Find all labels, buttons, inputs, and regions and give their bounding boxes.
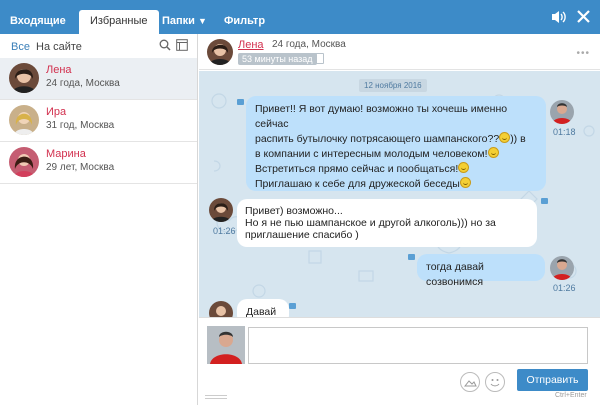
message-line: Но я не пью шампанское и другой алкоголь…: [245, 217, 496, 229]
contacts-panel: Все На сайте Лена 24 года, Москва Ира 31…: [0, 34, 198, 405]
contact-info: 24 года, Москва: [46, 78, 120, 89]
message-line: Встретиться прямо сейчас и пообщаться!: [255, 162, 537, 177]
tab-filter[interactable]: Фильтр: [224, 10, 265, 34]
status-icon: [408, 254, 415, 260]
contact-name: Марина: [46, 148, 86, 160]
message-line: Привет!! Я вот думаю! возможно ты хочешь…: [255, 103, 508, 130]
last-seen-badge: 53 минуты назад: [238, 53, 317, 65]
message-list[interactable]: 12 ноября 2016 Привет!! Я вот думаю! воз…: [199, 71, 600, 317]
chevron-down-icon: ▼: [197, 16, 207, 26]
message-line: в компании с интересным молодым человеко…: [255, 147, 537, 162]
status-icon: [237, 99, 244, 105]
smiley-icon: [458, 162, 470, 173]
messenger-window: Входящие Избранные Папки ▼ Фильтр Все На …: [0, 0, 600, 405]
smiley-icon[interactable]: [485, 372, 505, 392]
avatar: [9, 63, 39, 93]
status-icon: [541, 198, 548, 204]
message-bubble-incoming[interactable]: Привет) возможно... Но я не пью шампанск…: [237, 199, 537, 247]
contact-item[interactable]: Лена 24 года, Москва: [0, 58, 197, 100]
filter-online[interactable]: На сайте: [36, 41, 82, 53]
resize-grip[interactable]: [205, 395, 227, 399]
avatar[interactable]: [207, 39, 233, 65]
tab-folders-label: Папки: [162, 15, 195, 27]
message-text: в компании с интересным молодым человеко…: [255, 148, 488, 160]
contact-name: Лена: [46, 64, 72, 76]
message-text: Встретиться прямо сейчас и пообщаться!: [255, 163, 459, 175]
sticker-icon[interactable]: [460, 372, 480, 392]
speaker-icon[interactable]: [551, 10, 567, 27]
tab-favorites[interactable]: Избранные: [79, 10, 159, 34]
tab-folders[interactable]: Папки ▼: [162, 10, 207, 34]
smiley-icon: [499, 132, 511, 143]
chat-contact-name[interactable]: Лена: [238, 39, 264, 51]
search-icon[interactable]: [159, 39, 171, 54]
message-text: Приглашаю к себе для дружеской беседы: [255, 178, 460, 190]
contact-name: Ира: [46, 106, 67, 118]
contact-info: 29 лет, Москва: [46, 162, 115, 173]
message-bubble-incoming[interactable]: Давай: [237, 299, 289, 317]
status-icon: [289, 303, 296, 309]
contact-item[interactable]: Ира 31 год, Москва: [0, 100, 197, 142]
smiley-icon: [487, 147, 499, 158]
avatar: [550, 100, 574, 124]
avatar: [9, 147, 39, 177]
avatar: [550, 256, 574, 280]
avatar: [209, 198, 233, 222]
message-line: приглашение спасибо ): [245, 229, 359, 241]
tab-inbox[interactable]: Входящие: [10, 10, 66, 34]
message-line: Приглашаю к себе для дружеской беседы: [255, 177, 537, 192]
more-icon[interactable]: •••: [576, 48, 590, 59]
contact-item[interactable]: Марина 29 лет, Москва: [0, 142, 197, 184]
top-bar: Входящие Избранные Папки ▼ Фильтр: [0, 0, 600, 34]
message-bubble-outgoing[interactable]: Привет!! Я вот думаю! возможно ты хочешь…: [246, 96, 546, 191]
message-bubble-outgoing[interactable]: тогда давай созвонимся: [417, 254, 545, 288]
contacts-filter: Все На сайте: [0, 34, 197, 56]
date-separator: 12 ноября 2016: [359, 79, 427, 92]
avatar: [207, 326, 245, 364]
send-button[interactable]: Отправить: [517, 369, 588, 391]
message-input[interactable]: [248, 327, 588, 364]
chat-header: Лена 24 года, Москва 53 минуты назад •••: [199, 34, 600, 70]
chat-contact-info: 24 года, Москва: [272, 39, 346, 50]
phone-icon: [314, 53, 324, 64]
message-time: 01:26: [553, 283, 576, 293]
message-text: распить бутылочку потрясающего шампанско…: [255, 133, 500, 145]
message-line: тогда давай созвонимся: [426, 261, 484, 288]
message-line: Давай: [246, 306, 277, 317]
smiley-icon: [459, 177, 471, 188]
filter-all[interactable]: Все: [11, 41, 30, 53]
message-line: Привет) возможно...: [245, 205, 343, 217]
message-time: 01:18: [553, 127, 576, 137]
close-icon[interactable]: [577, 10, 590, 26]
send-hint: Ctrl+Enter: [555, 392, 587, 399]
window-icon[interactable]: [176, 39, 188, 54]
message-line: распить бутылочку потрясающего шампанско…: [255, 132, 526, 145]
avatar: [9, 105, 39, 135]
contact-list: Лена 24 года, Москва Ира 31 год, Москва …: [0, 58, 197, 184]
contact-info: 31 год, Москва: [46, 120, 115, 131]
message-composer: Отправить Ctrl+Enter: [199, 317, 600, 405]
message-time: 01:26: [213, 226, 236, 236]
